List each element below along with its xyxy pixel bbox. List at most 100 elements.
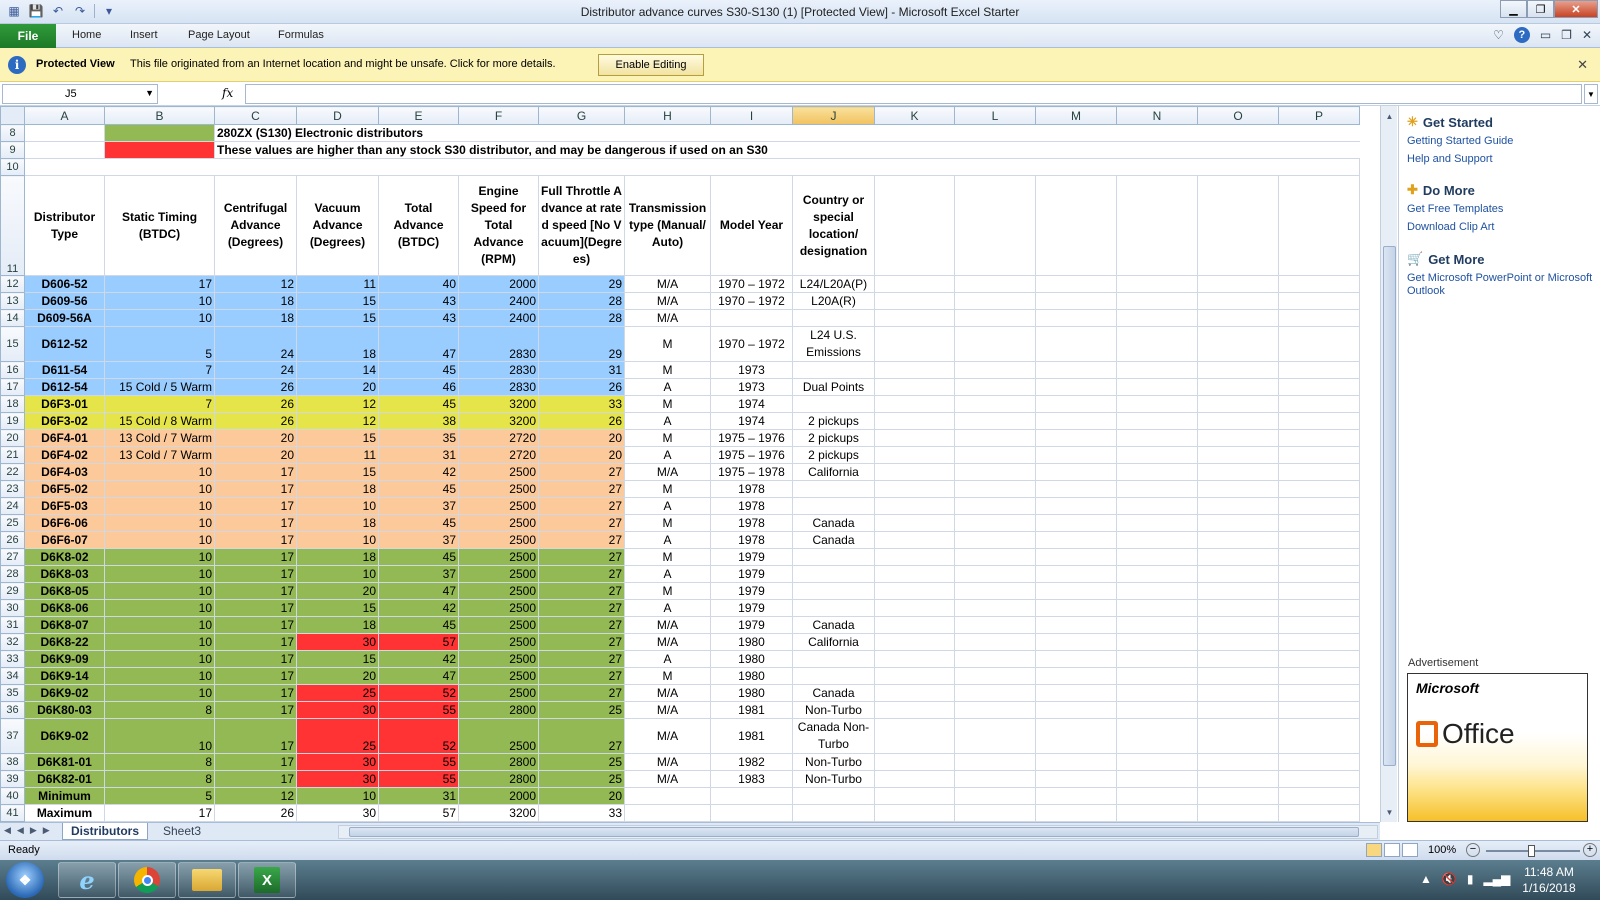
header-model-year[interactable]: Model Year [710, 175, 793, 276]
cell[interactable] [954, 378, 1036, 396]
row-header[interactable]: 38 [0, 753, 25, 771]
cell[interactable] [1035, 412, 1117, 430]
model-year-cell[interactable]: 1975 – 1976 [710, 446, 793, 464]
country-cell[interactable] [792, 361, 875, 379]
row-header[interactable]: 10 [0, 158, 25, 176]
country-cell[interactable] [792, 395, 875, 413]
free-templates-link[interactable]: Get Free Templates [1407, 203, 1597, 216]
type-cell[interactable]: D609-56 [24, 292, 105, 310]
cell[interactable] [1197, 701, 1279, 719]
centrifugal-cell[interactable]: 17 [214, 701, 297, 719]
row-header[interactable]: 32 [0, 633, 25, 651]
type-cell[interactable]: D6K80-03 [24, 701, 105, 719]
centrifugal-cell[interactable]: 17 [214, 480, 297, 498]
cell[interactable] [874, 514, 955, 532]
cell[interactable] [1035, 531, 1117, 549]
cell[interactable] [874, 309, 955, 327]
rpm-cell[interactable]: 2800 [458, 770, 539, 788]
cell[interactable] [1035, 787, 1117, 805]
column-header[interactable]: F [458, 106, 539, 125]
transmission-cell[interactable]: M [624, 667, 711, 685]
country-cell[interactable]: 2 pickups [792, 412, 875, 430]
cell[interactable] [954, 701, 1036, 719]
total-advance-cell[interactable]: 37 [378, 565, 459, 583]
cell[interactable] [1278, 633, 1360, 651]
formula-input[interactable] [245, 84, 1582, 104]
model-year-cell[interactable]: 1979 [710, 565, 793, 583]
total-advance-cell[interactable]: 47 [378, 326, 459, 362]
cell[interactable] [954, 718, 1036, 754]
cell[interactable] [1278, 514, 1360, 532]
model-year-cell[interactable]: 1973 [710, 361, 793, 379]
static-timing-cell[interactable]: 10 [104, 599, 215, 617]
vacuum-cell[interactable]: 20 [296, 582, 379, 600]
cell[interactable] [1116, 667, 1198, 685]
cell[interactable] [1035, 446, 1117, 464]
model-year-cell[interactable]: 1975 – 1976 [710, 429, 793, 447]
model-year-cell[interactable]: 1981 [710, 701, 793, 719]
cell[interactable] [1035, 275, 1117, 293]
model-year-cell[interactable]: 1979 [710, 616, 793, 634]
cell[interactable] [954, 531, 1036, 549]
cell[interactable] [874, 429, 955, 447]
full-throttle-cell[interactable]: 27 [538, 548, 625, 566]
rpm-cell[interactable]: 2500 [458, 667, 539, 685]
type-cell[interactable]: D6K9-02 [24, 718, 105, 754]
cell[interactable] [1278, 395, 1360, 413]
model-year-cell[interactable]: 1978 [710, 497, 793, 515]
centrifugal-cell[interactable]: 12 [214, 787, 297, 805]
file-explorer-icon[interactable] [178, 862, 236, 898]
type-cell[interactable]: D6F4-03 [24, 463, 105, 481]
total-advance-cell[interactable]: 47 [378, 667, 459, 685]
cell[interactable] [1035, 292, 1117, 310]
transmission-cell[interactable]: M [624, 582, 711, 600]
row-header[interactable]: 13 [0, 292, 25, 310]
tab-file[interactable]: File [0, 24, 56, 48]
cell[interactable] [1116, 378, 1198, 396]
cell[interactable] [954, 684, 1036, 702]
full-throttle-cell[interactable]: 25 [538, 770, 625, 788]
minimize-button[interactable]: ▁ [1500, 0, 1527, 18]
static-timing-cell[interactable]: 10 [104, 463, 215, 481]
start-button-icon[interactable]: ❖ [6, 862, 44, 898]
cell[interactable] [874, 718, 955, 754]
cell[interactable] [1278, 582, 1360, 600]
total-advance-cell[interactable]: 45 [378, 616, 459, 634]
vacuum-cell[interactable]: 12 [296, 412, 379, 430]
cell[interactable] [1278, 599, 1360, 617]
cell[interactable] [1116, 787, 1198, 805]
vacuum-cell[interactable]: 18 [296, 480, 379, 498]
cell[interactable] [1035, 429, 1117, 447]
country-cell[interactable] [792, 804, 875, 822]
cell[interactable] [954, 770, 1036, 788]
vacuum-cell[interactable]: 20 [296, 378, 379, 396]
static-timing-cell[interactable]: 10 [104, 292, 215, 310]
full-throttle-cell[interactable]: 27 [538, 599, 625, 617]
vacuum-cell[interactable]: 14 [296, 361, 379, 379]
cell[interactable] [1278, 275, 1360, 293]
type-cell[interactable]: D6K81-01 [24, 753, 105, 771]
legend-text-s130[interactable]: 280ZX (S130) Electronic distributors [214, 124, 1360, 142]
cell[interactable] [1197, 787, 1279, 805]
cell[interactable] [1116, 804, 1198, 822]
cell[interactable] [954, 667, 1036, 685]
total-advance-cell[interactable]: 45 [378, 480, 459, 498]
model-year-cell[interactable]: 1980 [710, 684, 793, 702]
row-header[interactable]: 40 [0, 787, 25, 805]
row-header[interactable]: 37 [0, 718, 25, 754]
cell[interactable] [1278, 565, 1360, 583]
type-cell[interactable]: D6K8-05 [24, 582, 105, 600]
cell[interactable] [954, 633, 1036, 651]
doc-minimize-icon[interactable]: ▭ [1540, 28, 1551, 42]
cell[interactable] [1116, 770, 1198, 788]
row-header[interactable]: 8 [0, 124, 25, 142]
transmission-cell[interactable]: A [624, 599, 711, 617]
model-year-cell[interactable]: 1981 [710, 718, 793, 754]
cell[interactable] [1116, 701, 1198, 719]
cell[interactable] [1197, 718, 1279, 754]
transmission-cell[interactable]: M [624, 514, 711, 532]
row-header[interactable]: 36 [0, 701, 25, 719]
cell[interactable] [874, 684, 955, 702]
cell[interactable] [1278, 531, 1360, 549]
total-advance-cell[interactable]: 35 [378, 429, 459, 447]
